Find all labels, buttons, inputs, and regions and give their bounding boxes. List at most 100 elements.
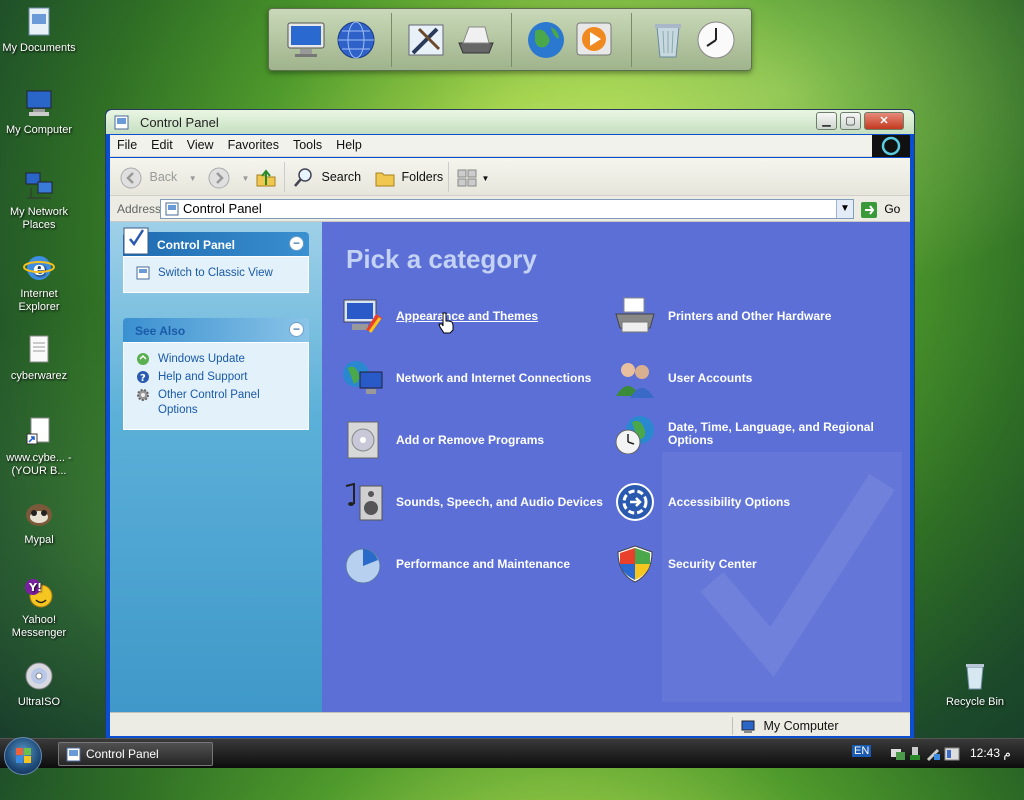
trash-icon[interactable]: [647, 19, 689, 61]
desktop-icon-internet-explorer[interactable]: e Internet Explorer: [0, 252, 78, 314]
status-text: My Computer: [763, 719, 839, 733]
svg-text:Y!: Y!: [28, 581, 42, 594]
category-label: Add or Remove Programs: [396, 432, 545, 447]
windows-update-icon: [136, 352, 150, 366]
window-titlebar[interactable]: Control Panel ▁ ▢ ✕: [106, 110, 914, 134]
collapse-icon[interactable]: −: [289, 236, 304, 251]
my-computer-icon: [23, 88, 55, 120]
address-dropdown-icon[interactable]: ▼: [836, 200, 853, 218]
category-date-time-regional[interactable]: Date, Time, Language, and Regional Optio…: [614, 412, 884, 456]
control-panel-checklist-icon: [121, 224, 153, 259]
network-tray-icon[interactable]: [890, 746, 906, 762]
help-support-link[interactable]: ? Help and Support: [137, 370, 300, 385]
category-network-connections[interactable]: Network and Internet Connections: [342, 356, 612, 400]
category-performance-maintenance[interactable]: Performance and Maintenance: [342, 542, 612, 586]
tools-tray-icon[interactable]: [926, 746, 942, 762]
clock-icon[interactable]: [695, 19, 737, 61]
address-value: Control Panel: [183, 201, 262, 216]
desktop-icon-ultraiso[interactable]: UltraISO: [0, 660, 78, 709]
go-button[interactable]: Go: [860, 200, 900, 218]
window-title: Control Panel: [140, 115, 219, 130]
pen-tools-icon[interactable]: [405, 19, 447, 61]
menu-edit[interactable]: Edit: [144, 135, 180, 155]
internet-explorer-icon: e: [23, 252, 55, 284]
menu-file[interactable]: File: [110, 135, 144, 155]
ultraiso-icon: [23, 660, 55, 692]
menu-bar: File Edit View Favorites Tools Help: [110, 135, 910, 157]
category-label: Accessibility Options: [668, 494, 791, 509]
search-icon: [294, 167, 312, 187]
collapse-icon[interactable]: −: [289, 322, 304, 337]
switch-classic-view-link[interactable]: Switch to Classic View: [136, 266, 300, 281]
desktop-icon-shortcut[interactable]: www.cybe... - (YOUR B...: [0, 416, 78, 478]
shortcut-icon: [23, 416, 55, 448]
menu-help[interactable]: Help: [329, 135, 369, 155]
folders-button[interactable]: Folders: [374, 166, 443, 188]
desktop-icon-label: My Network Places: [9, 206, 69, 231]
desktop-icon-label: My Documents: [2, 42, 76, 54]
taskbar-item-control-panel[interactable]: Control Panel: [58, 742, 213, 766]
other-options-link[interactable]: Other Control Panel Options: [137, 388, 300, 418]
views-button[interactable]: ▼: [456, 166, 489, 188]
scanner-icon[interactable]: [455, 19, 497, 61]
category-sounds-audio[interactable]: Sounds, Speech, and Audio Devices: [342, 480, 612, 524]
desktop-icon-label: Internet Explorer: [18, 288, 60, 313]
language-indicator[interactable]: EN: [852, 745, 872, 757]
desktop-icon-mypal[interactable]: Mypal: [0, 498, 78, 547]
windows-logo-icon: [872, 135, 910, 157]
appearance-themes-icon: [342, 296, 384, 336]
desktop-icon-network-places[interactable]: My Network Places: [0, 170, 78, 232]
category-security-center[interactable]: Security Center: [614, 542, 884, 586]
see-also-box-header[interactable]: See Also −: [123, 318, 309, 342]
menu-tools[interactable]: Tools: [286, 135, 329, 155]
internet-globe-icon[interactable]: [525, 19, 567, 61]
pick-category-heading: Pick a category: [346, 244, 537, 274]
forward-arrow-icon: [208, 167, 230, 189]
desktop-icon-my-computer[interactable]: My Computer: [0, 88, 78, 137]
back-label: Back: [149, 170, 178, 184]
taskbar: Control Panel EN 12:43 م: [0, 737, 1024, 775]
yahoo-messenger-icon: Y!: [23, 578, 55, 610]
up-folder-button[interactable]: [255, 166, 277, 188]
search-button[interactable]: Search: [292, 166, 361, 188]
maximize-button[interactable]: ▢: [840, 112, 861, 130]
safely-remove-tray-icon[interactable]: [908, 746, 922, 762]
desktop-icon-recycle-bin[interactable]: Recycle Bin: [936, 660, 1014, 709]
media-player-icon[interactable]: [573, 19, 615, 61]
desktop-icon-yahoo-messenger[interactable]: Y! Yahoo! Messenger: [0, 578, 78, 640]
views-dropdown-icon[interactable]: ▼: [481, 174, 489, 183]
category-printers-hardware[interactable]: Printers and Other Hardware: [614, 294, 884, 338]
minimize-button[interactable]: ▁: [816, 112, 837, 130]
sounds-icon: [342, 482, 384, 522]
clock-display[interactable]: 12:43 م: [970, 746, 1011, 760]
start-button[interactable]: [4, 737, 42, 775]
control-panel-box-header[interactable]: Control Panel −: [123, 227, 309, 256]
category-add-remove-programs[interactable]: Add or Remove Programs: [342, 418, 612, 462]
ime-tray-icon[interactable]: [944, 746, 960, 762]
menu-view[interactable]: View: [180, 135, 221, 155]
taskbar-item-label: Control Panel: [86, 747, 159, 761]
forward-dropdown-icon[interactable]: ▼: [241, 174, 249, 183]
forward-button[interactable]: ▼: [208, 166, 249, 189]
desktop-icon-cyberwarez[interactable]: cyberwarez: [0, 334, 78, 383]
windows-update-link[interactable]: Windows Update: [137, 352, 300, 367]
switch-classic-view-label: Switch to Classic View: [158, 267, 273, 279]
folders-icon: [375, 172, 395, 187]
menu-favorites[interactable]: Favorites: [221, 135, 286, 155]
control-panel-small-icon: [114, 115, 129, 130]
address-label: Address: [117, 202, 162, 216]
category-appearance-themes[interactable]: Appearance and Themes: [342, 294, 612, 338]
classic-view-icon: [136, 266, 150, 280]
folders-label: Folders: [401, 170, 444, 184]
monitor-icon[interactable]: [285, 19, 327, 61]
network-globe-icon[interactable]: [335, 19, 377, 61]
desktop-icon-my-documents[interactable]: My Documents: [0, 6, 78, 55]
category-user-accounts[interactable]: User Accounts: [614, 356, 884, 400]
standard-toolbar: Back ▼ ▼ Search Folders ▼: [110, 158, 910, 196]
category-accessibility[interactable]: Accessibility Options: [614, 480, 884, 524]
category-label: Date, Time, Language, and Regional Optio…: [668, 420, 874, 447]
back-button[interactable]: Back ▼: [120, 166, 197, 189]
close-button[interactable]: ✕: [864, 112, 904, 130]
back-dropdown-icon[interactable]: ▼: [189, 174, 197, 183]
address-input[interactable]: Control Panel: [160, 199, 854, 219]
